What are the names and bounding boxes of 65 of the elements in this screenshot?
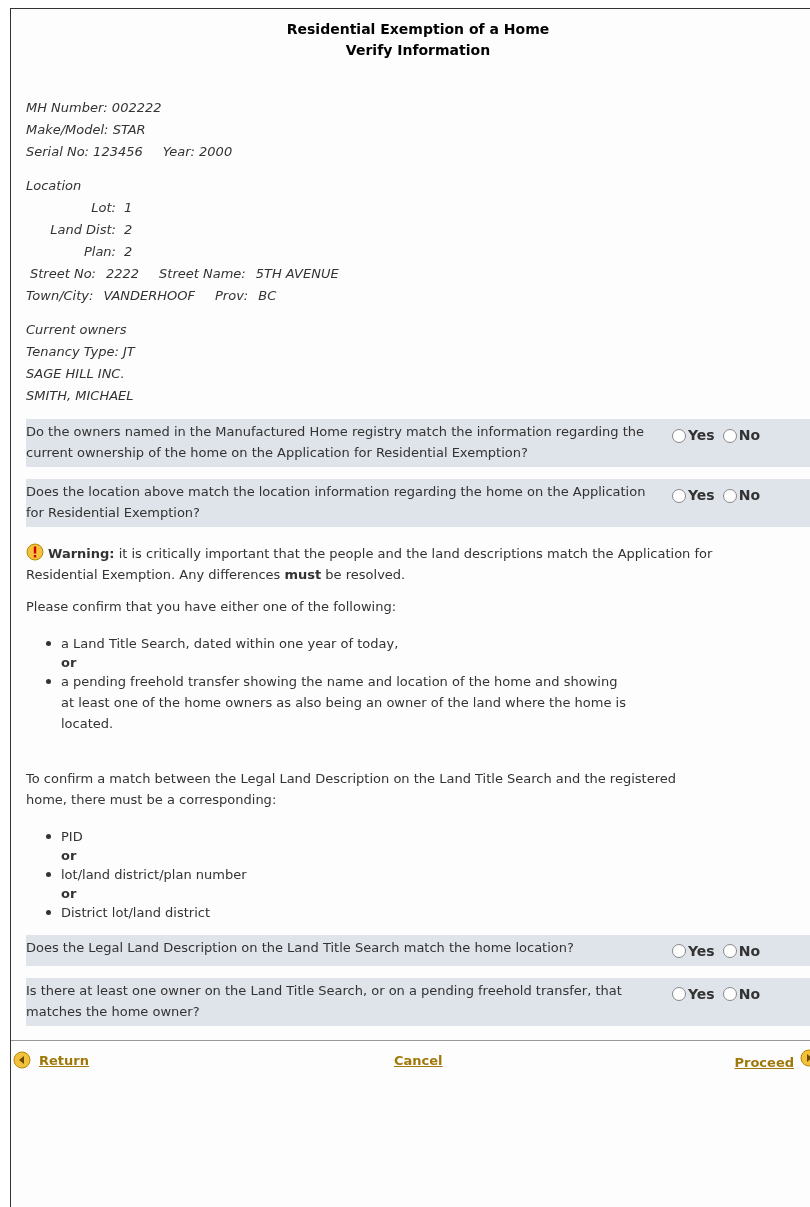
cancel-link[interactable]: Cancel [393, 1050, 443, 1070]
return-link[interactable]: Return [39, 1050, 89, 1070]
option-label: Yes [688, 984, 715, 1004]
list-item-text: a pending freehold transfer showing the name and location of the home and showing at least one of the home owners as also being an owner of the land where the home is located. [61, 672, 626, 733]
option-label: No [738, 486, 761, 505]
or-text: or [61, 846, 78, 864]
page-title: Residential Exemption of a Home [286, 20, 550, 39]
radio-button[interactable] [722, 428, 737, 443]
question-text: Does the Legal Land Description on the Land Title Search match the home location? [26, 938, 575, 957]
field-value: 1 [124, 199, 133, 217]
list-item-text: lot/land district/plan number [61, 865, 247, 884]
warning-text: Warning: it is critically important that the people and the land descriptions match the Application for Residential Exemption. Any differences must be resolved. [26, 543, 780, 585]
radio-button[interactable] [672, 944, 686, 958]
info-text: MH Number: 002222 [26, 99, 163, 117]
section-heading: Current owners [26, 321, 128, 339]
field-label: Land Dist: [49, 221, 116, 239]
section-heading: Location [26, 177, 83, 195]
radio-button[interactable] [722, 488, 737, 503]
owner-name: SMITH, MICHAEL [26, 387, 135, 405]
question-text: Is there at least one owner on the Land Title Search, or on a pending freehold transfer, that matches the home owner? [26, 981, 623, 1021]
radio-button[interactable] [672, 428, 686, 443]
question-text: Does the location above match the location information regarding the home on the Application for Residential Exemption? [26, 483, 647, 522]
field-value: VANDERHOOF [103, 287, 195, 305]
field-label: Lot: [90, 199, 116, 217]
info-text: Serial No: 123456 [26, 143, 143, 161]
field-value: 2 [124, 221, 133, 239]
option-label: No [738, 984, 761, 1004]
info-text: Make/Model: STAR [26, 121, 147, 139]
info-text: Tenancy Type: JT [26, 343, 137, 361]
bullet-icon [46, 909, 51, 915]
radio-button[interactable] [722, 987, 737, 1001]
bullet-icon [46, 833, 51, 839]
info-text: Year: 2000 [162, 143, 233, 161]
instruction-text: To confirm a match between the Legal Land Description on the Land Title Search and the registered home, there must be a corresponding: [26, 769, 677, 809]
field-value: 2222 [106, 265, 140, 283]
proceed-link[interactable]: Proceed [734, 1052, 794, 1072]
or-text: or [61, 884, 78, 902]
question-text: Do the owners named in the Manufactured Home registry match the information regarding the current ownership of the home on the Application for Residential Exemption? [26, 423, 646, 462]
instruction-text: Please confirm that you have either one of the following: [26, 598, 398, 616]
bullet-icon [46, 678, 51, 684]
page-subtitle: Verify Information [345, 41, 491, 60]
bullet-icon [46, 871, 51, 877]
option-label: No [738, 941, 761, 961]
field-value: BC [258, 287, 277, 305]
list-item-text: District lot/land district [61, 903, 210, 922]
bullet-icon [46, 640, 51, 646]
radio-button[interactable] [672, 987, 686, 1001]
field-value: 5TH AVENUE [255, 265, 339, 283]
option-label: No [738, 426, 761, 445]
list-item-text: PID [61, 827, 83, 846]
field-label: Plan: [82, 243, 116, 261]
or-text: or [61, 653, 78, 671]
option-label: Yes [688, 486, 715, 505]
warning-icon [26, 543, 44, 561]
field-label: Town/City: [26, 287, 94, 305]
field-label: Street No: [30, 265, 96, 283]
option-label: Yes [688, 426, 715, 445]
radio-button[interactable] [672, 488, 686, 503]
owner-name: SAGE HILL INC. [26, 365, 126, 383]
radio-button[interactable] [722, 944, 737, 958]
field-label: Street Name: [159, 265, 246, 283]
list-item-text: a Land Title Search, dated within one year of today, [61, 634, 399, 653]
option-label: Yes [688, 941, 715, 961]
field-value: 2 [124, 243, 133, 261]
field-label: Prov: [215, 287, 249, 305]
